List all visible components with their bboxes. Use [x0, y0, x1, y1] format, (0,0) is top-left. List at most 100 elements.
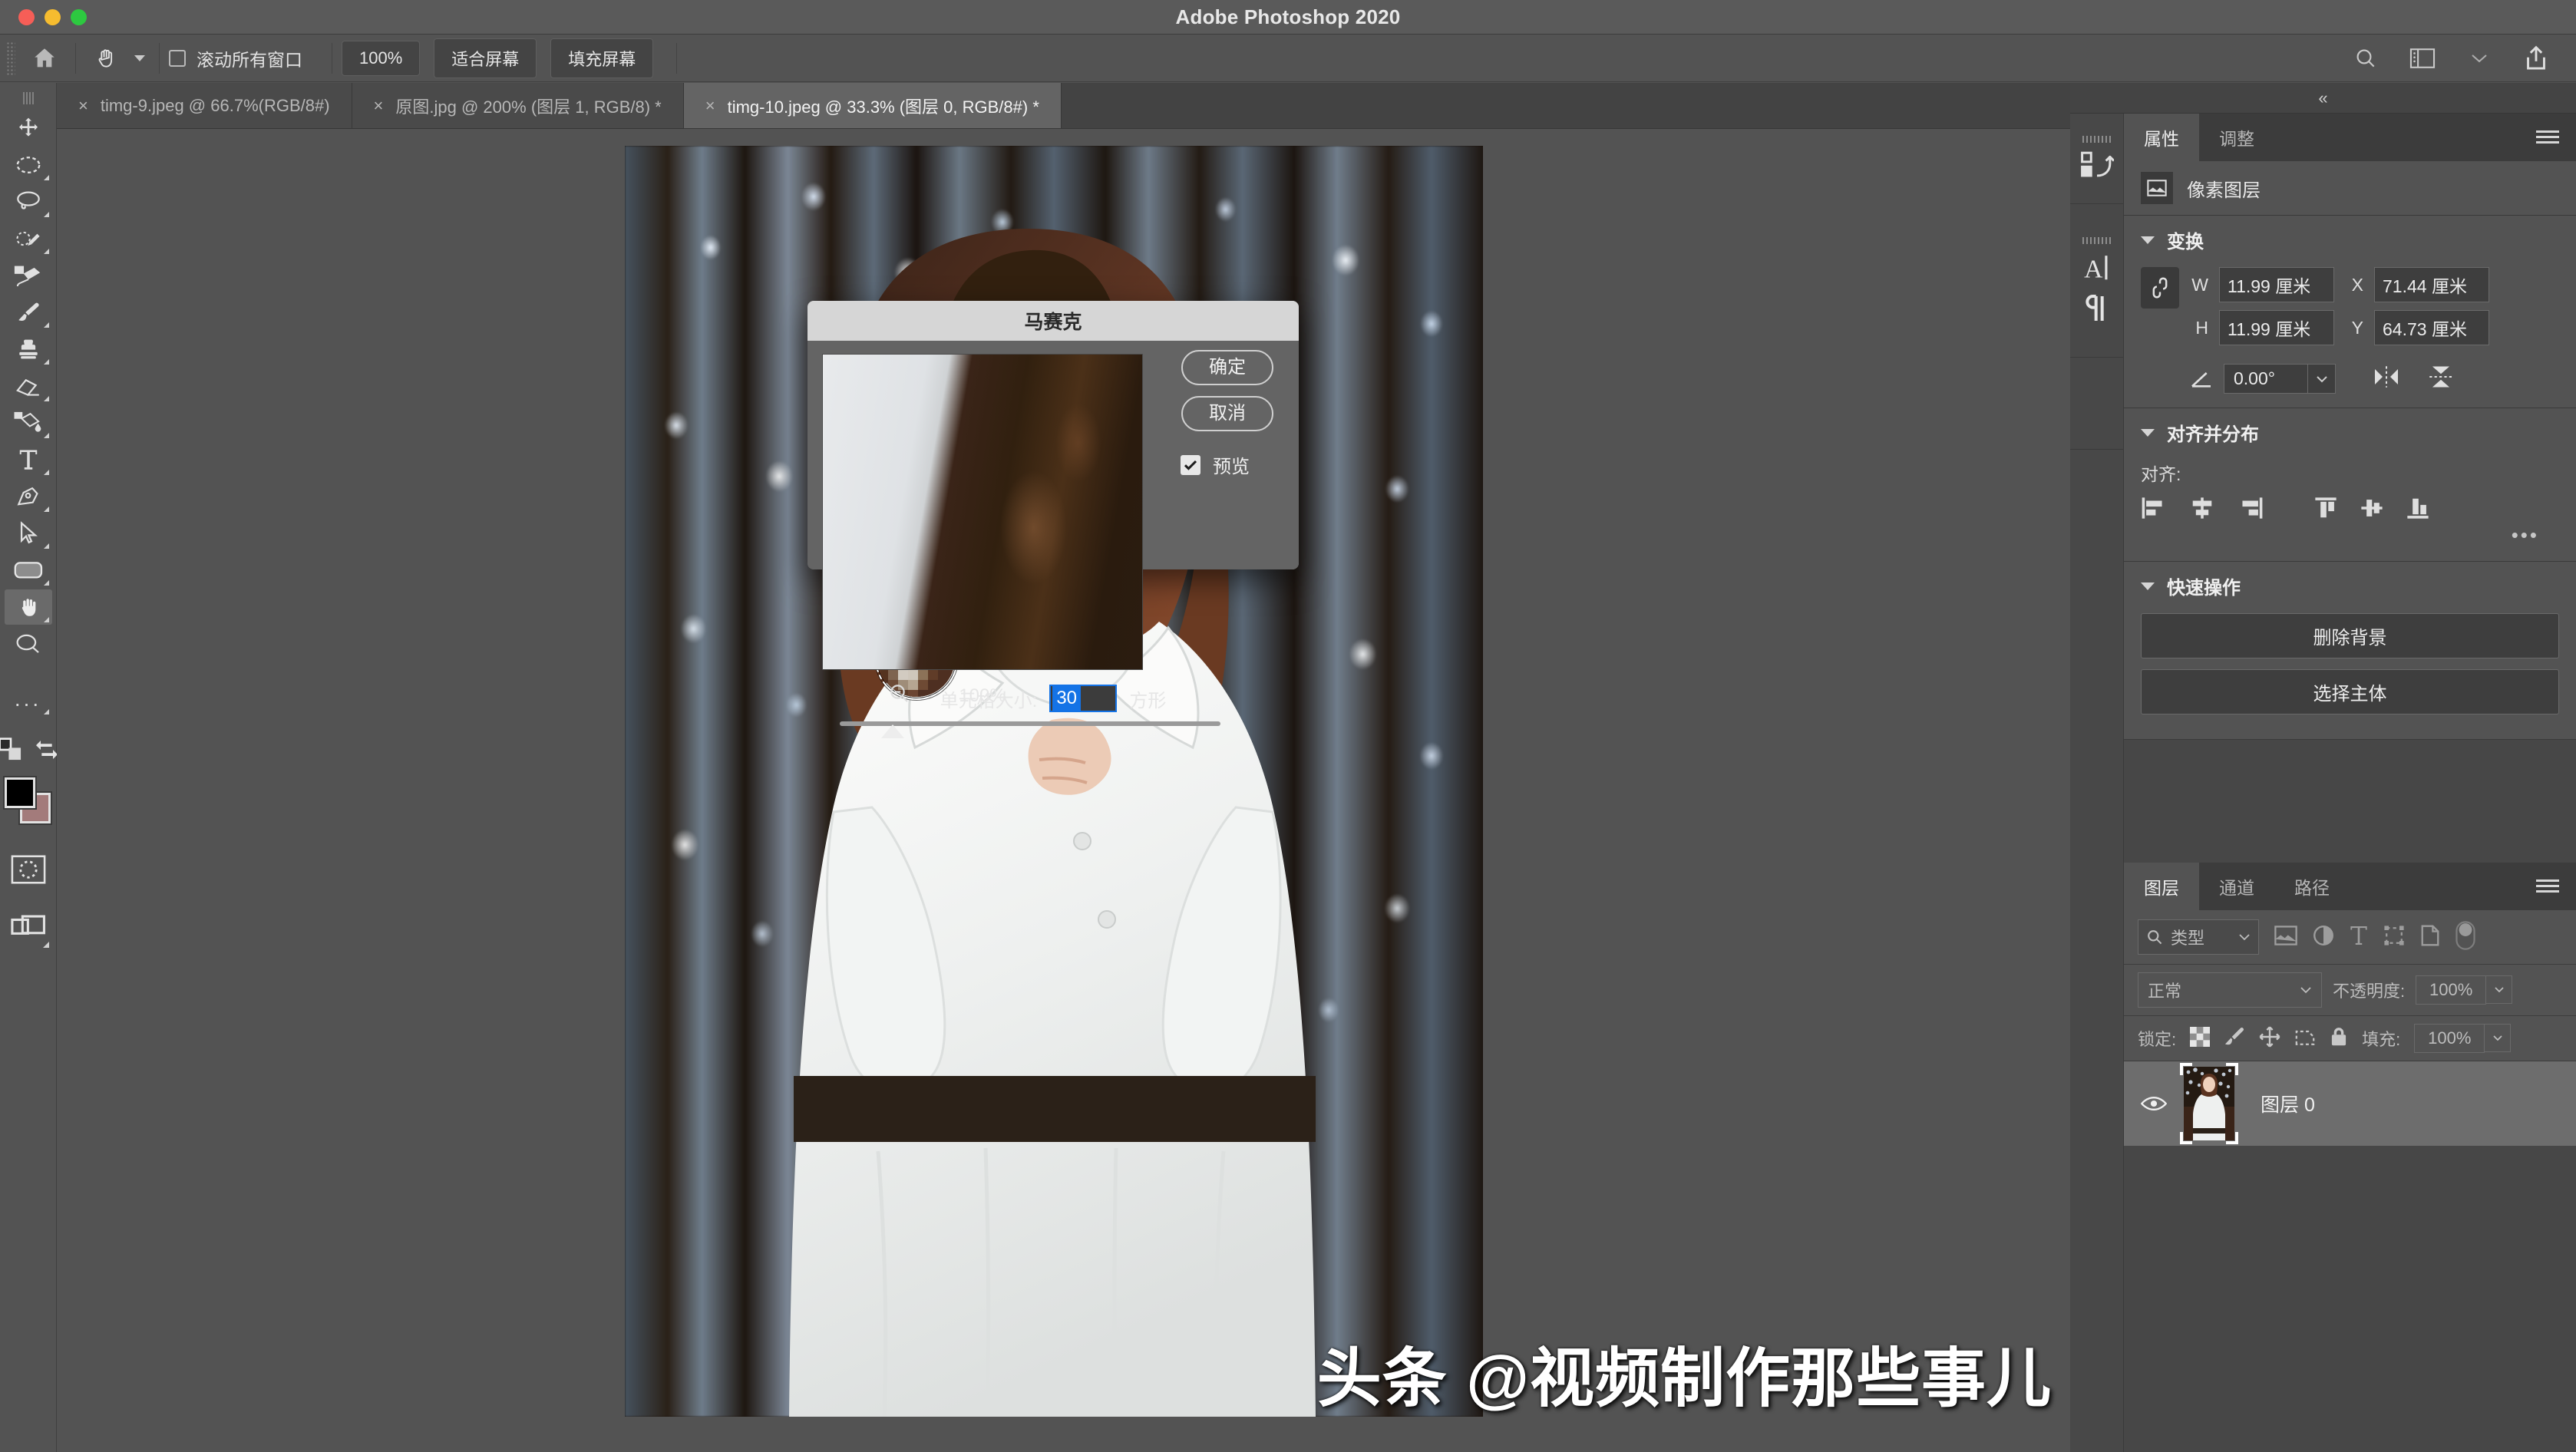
quick-selection-tool[interactable]	[5, 221, 52, 256]
lock-image-pixels-icon[interactable]	[2224, 1027, 2245, 1051]
layers-panel-menu-button[interactable]	[2536, 863, 2576, 910]
swap-colors-icon[interactable]	[35, 738, 59, 765]
tab-properties[interactable]: 属性	[2124, 114, 2199, 161]
filter-type-icon[interactable]	[2350, 925, 2368, 950]
cell-size-input[interactable]: 30	[1049, 685, 1117, 712]
lock-transparent-pixels-icon[interactable]	[2190, 1027, 2210, 1051]
close-button[interactable]	[18, 9, 35, 25]
link-constrain-icon[interactable]	[2141, 267, 2179, 309]
ok-button[interactable]: 确定	[1181, 350, 1273, 385]
canvas-area[interactable]: 马赛克 100% 确定	[57, 129, 2070, 1452]
quick-actions-heading-row[interactable]: 快速操作	[2141, 573, 2559, 599]
align-more-button[interactable]: •••	[2141, 523, 2559, 547]
lock-all-icon[interactable]	[2330, 1026, 2348, 1051]
layer-visibility-toggle[interactable]	[2124, 1095, 2184, 1112]
mosaic-dialog[interactable]: 马赛克 100% 确定	[807, 301, 1299, 569]
tab-adjustments[interactable]: 调整	[2199, 114, 2274, 161]
tab-timg-9[interactable]: × timg-9.jpeg @ 66.7%(RGB/8#)	[57, 83, 352, 128]
close-icon[interactable]: ×	[78, 96, 88, 116]
workspace-icon[interactable]	[2401, 41, 2444, 76]
opacity-stepper[interactable]	[2486, 975, 2512, 1004]
move-tool[interactable]	[5, 111, 52, 146]
slider-knob[interactable]	[881, 724, 904, 738]
eraser-tool[interactable]	[5, 368, 52, 404]
home-icon[interactable]	[23, 41, 66, 76]
edit-toolbar-icon[interactable]	[0, 737, 24, 767]
foreground-color-swatch[interactable]	[5, 777, 35, 808]
layer-thumbnail[interactable]	[2184, 1067, 2234, 1140]
align-heading-row[interactable]: 对齐并分布	[2141, 419, 2559, 446]
history-panel-icon[interactable]	[2070, 114, 2124, 204]
collapse-panels-button[interactable]: «	[2070, 83, 2576, 114]
align-left-icon[interactable]	[2141, 497, 2168, 523]
options-bar-grip[interactable]	[6, 41, 15, 75]
filter-toggle-icon[interactable]	[2455, 921, 2475, 954]
preview-checkbox[interactable]: 预览	[1181, 451, 1293, 478]
align-right-icon[interactable]	[2236, 497, 2264, 523]
zoom-button[interactable]	[71, 9, 87, 25]
chevron-down-icon[interactable]	[2308, 364, 2336, 394]
lock-artboard-icon[interactable]	[2294, 1027, 2316, 1051]
filter-pixel-icon[interactable]	[2274, 926, 2297, 949]
more-tools-button[interactable]: ...	[5, 681, 52, 717]
align-horizontal-center-icon[interactable]	[2188, 497, 2216, 523]
angle-field[interactable]: 0.00°	[2224, 364, 2336, 394]
clone-stamp-tool[interactable]	[5, 332, 52, 367]
filter-smart-object-icon[interactable]	[2420, 925, 2440, 950]
align-top-icon[interactable]	[2313, 497, 2339, 523]
flip-vertical-icon[interactable]	[2428, 365, 2454, 393]
share-icon[interactable]	[2515, 41, 2558, 76]
fill-screen-button[interactable]: 填充屏幕	[550, 38, 653, 78]
filter-shape-icon[interactable]	[2383, 925, 2405, 950]
hand-tool[interactable]	[5, 589, 52, 625]
path-selection-tool[interactable]	[5, 516, 52, 551]
type-tool[interactable]	[5, 442, 52, 477]
close-icon[interactable]: ×	[374, 96, 384, 116]
minimize-button[interactable]	[45, 9, 61, 25]
align-bottom-icon[interactable]	[2405, 497, 2431, 523]
screen-mode-icon[interactable]	[11, 915, 46, 946]
tab-timg-10[interactable]: × timg-10.jpeg @ 33.3% (图层 0, RGB/8#) *	[684, 83, 1062, 128]
layer-row-0[interactable]: 图层 0	[2124, 1061, 2576, 1146]
transform-heading-row[interactable]: 变换	[2141, 226, 2559, 253]
gradient-tool[interactable]	[5, 405, 52, 441]
y-input[interactable]: 64.73 厘米	[2374, 310, 2489, 345]
opacity-value[interactable]: 100%	[2416, 975, 2486, 1005]
align-vertical-center-icon[interactable]	[2359, 497, 2385, 523]
pen-tool[interactable]	[5, 479, 52, 514]
cell-size-slider[interactable]	[840, 721, 1220, 726]
lasso-tool[interactable]	[5, 184, 52, 219]
w-input[interactable]: 11.99 厘米	[2219, 267, 2334, 302]
x-input[interactable]: 71.44 厘米	[2374, 267, 2489, 302]
remove-background-button[interactable]: 删除背景	[2141, 613, 2559, 658]
shape-tool[interactable]	[5, 553, 52, 588]
mosaic-dialog-preview[interactable]	[822, 354, 1143, 670]
h-input[interactable]: 11.99 厘米	[2219, 310, 2334, 345]
close-icon[interactable]: ×	[705, 96, 715, 116]
tab-yuantu[interactable]: × 原图.jpg @ 200% (图层 1, RGB/8) *	[352, 83, 684, 128]
search-icon[interactable]	[2344, 41, 2387, 76]
flip-horizontal-icon[interactable]	[2373, 365, 2400, 392]
fill-stepper[interactable]	[2485, 1024, 2511, 1052]
properties-panel-menu-button[interactable]	[2536, 114, 2576, 161]
tool-preset-caret[interactable]	[128, 55, 145, 61]
marquee-tool[interactable]	[5, 147, 52, 183]
tools-panel-grip[interactable]	[23, 92, 34, 104]
quick-mask-icon[interactable]	[11, 854, 46, 889]
scroll-all-windows-checkbox[interactable]: 滚动所有窗口	[169, 45, 302, 71]
crop-tool[interactable]	[5, 258, 52, 293]
fit-screen-button[interactable]: 适合屏幕	[434, 38, 537, 78]
tab-layers[interactable]: 图层	[2124, 863, 2199, 910]
zoom-100-button[interactable]: 100%	[342, 41, 420, 76]
lock-position-icon[interactable]	[2259, 1026, 2280, 1051]
hand-tool-icon[interactable]	[85, 41, 128, 76]
chevron-down-icon[interactable]	[2458, 41, 2501, 76]
select-subject-button[interactable]: 选择主体	[2141, 669, 2559, 714]
tab-channels[interactable]: 通道	[2199, 863, 2274, 910]
layer-filter-kind-select[interactable]: 类型	[2138, 919, 2259, 955]
fill-value[interactable]: 100%	[2414, 1024, 2485, 1053]
filter-adjustment-icon[interactable]	[2313, 925, 2334, 950]
cancel-button[interactable]: 取消	[1181, 396, 1273, 431]
character-paragraph-panel-icons[interactable]: A	[2070, 204, 2124, 358]
tab-paths[interactable]: 路径	[2274, 863, 2350, 910]
